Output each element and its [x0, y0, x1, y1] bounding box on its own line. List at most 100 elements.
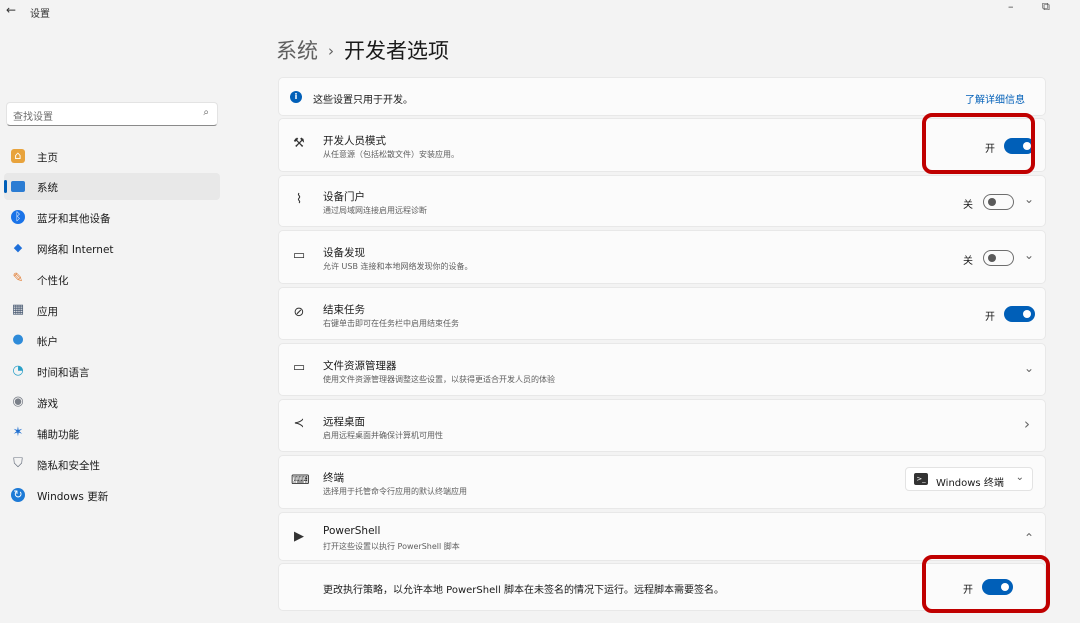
toggle-knob — [1023, 310, 1031, 318]
device-portal-toggle[interactable] — [983, 194, 1014, 210]
highlight-box — [922, 555, 1050, 613]
remote-desktop-row[interactable]: ≺ 远程桌面 启用远程桌面并确保计算机可用性 › — [278, 399, 1046, 452]
home-icon: ⌂ — [11, 149, 25, 163]
toggle-state-label: 关 — [963, 256, 973, 267]
update-icon: ↻ — [11, 488, 25, 502]
blocked-icon: ⊘ — [293, 305, 305, 320]
toggle-knob — [988, 254, 996, 262]
row-subtitle: 打开这些设置以执行 PowerShell 脚本 — [323, 542, 460, 551]
row-subtitle: 右键单击即可在任务栏中启用结束任务 — [323, 319, 459, 328]
powershell-row[interactable]: ▶ PowerShell 打开这些设置以执行 PowerShell 脚本 ⌃ — [278, 512, 1046, 561]
sidebar-item-label: Windows 更新 — [37, 491, 109, 503]
accessibility-icon: ✶ — [12, 425, 24, 440]
sidebar-item-label: 辅助功能 — [37, 429, 79, 441]
chevron-down-icon: ⌄ — [1015, 472, 1024, 483]
row-subtitle: 启用远程桌面并确保计算机可用性 — [323, 431, 443, 440]
file-explorer-row[interactable]: ▭ 文件资源管理器 使用文件资源管理器调整这些设置，以获得更适合开发人员的体验 … — [278, 343, 1046, 396]
row-title: 更改执行策略，以允许本地 PowerShell 脚本在未签名的情况下运行。远程脚… — [323, 585, 724, 596]
active-indicator — [4, 180, 7, 193]
terminal-icon: ⌨ — [291, 473, 310, 488]
person-icon: ● — [12, 332, 24, 347]
sidebar-item-label: 游戏 — [37, 398, 58, 410]
toggle-state-label: 开 — [985, 312, 995, 323]
sidebar-item-privacy[interactable]: ⛉ 隐私和安全性 — [4, 451, 220, 478]
sidebar-item-home[interactable]: ⌂ 主页 — [4, 143, 220, 170]
device-discovery-toggle[interactable] — [983, 250, 1014, 266]
row-title: PowerShell — [323, 525, 381, 537]
chevron-down-icon[interactable]: ⌄ — [1024, 192, 1034, 206]
search-input[interactable]: 查找设置 ⌕ — [6, 102, 218, 126]
row-title: 远程桌面 — [323, 416, 365, 428]
sidebar-item-label: 应用 — [37, 306, 58, 318]
info-icon: i — [290, 91, 302, 103]
info-banner: i 这些设置只用于开发。 了解详细信息 — [278, 77, 1046, 116]
search-icon: ⌕ — [203, 107, 209, 118]
folder-icon: ▭ — [292, 360, 306, 375]
breadcrumb: 系统 › 开发者选项 — [276, 35, 449, 65]
end-task-row: ⊘ 结束任务 右键单击即可在任务栏中启用结束任务 开 — [278, 287, 1046, 340]
restore-icon[interactable]: ⧉ — [1042, 0, 1050, 14]
device-discovery-row[interactable]: ▭ 设备发现 允许 USB 连接和本地网络发现你的设备。 关 ⌄ — [278, 230, 1046, 284]
terminal-app-icon: >_ — [914, 473, 928, 485]
chevron-right-icon[interactable]: › — [1024, 415, 1030, 433]
pulse-icon: ⌇ — [295, 192, 303, 207]
sidebar-item-label: 隐私和安全性 — [37, 460, 100, 472]
breadcrumb-separator: › — [328, 42, 334, 60]
sidebar-item-accounts[interactable]: ● 帐户 — [4, 327, 220, 354]
row-subtitle: 允许 USB 连接和本地网络发现你的设备。 — [323, 262, 473, 271]
sidebar-item-bluetooth[interactable]: ᛒ 蓝牙和其他设备 — [4, 204, 220, 231]
sidebar-item-accessibility[interactable]: ✶ 辅助功能 — [4, 420, 220, 447]
info-text: 这些设置只用于开发。 — [313, 95, 413, 106]
terminal-select-value: Windows 终端 — [936, 478, 1004, 489]
sidebar-item-network[interactable]: ◆ 网络和 Internet — [4, 235, 220, 262]
sidebar-item-personalization[interactable]: ✎ 个性化 — [4, 266, 220, 293]
learn-more-link[interactable]: 了解详细信息 — [965, 91, 1025, 106]
globe-clock-icon: ◔ — [12, 363, 24, 378]
sidebar-item-label: 主页 — [37, 152, 58, 164]
row-title: 开发人员模式 — [323, 135, 386, 147]
sidebar-item-label: 系统 — [37, 182, 58, 194]
row-title: 终端 — [323, 472, 344, 484]
highlight-box — [922, 113, 1035, 174]
wifi-icon: ◆ — [13, 241, 23, 254]
gamepad-icon: ◉ — [12, 394, 24, 409]
toggle-state-label: 关 — [963, 200, 973, 211]
sidebar-item-gaming[interactable]: ◉ 游戏 — [4, 389, 220, 416]
breadcrumb-parent[interactable]: 系统 — [276, 39, 318, 63]
sidebar-item-apps[interactable]: ▦ 应用 — [4, 297, 220, 324]
cast-icon: ▭ — [292, 248, 306, 263]
chevron-down-icon[interactable]: ⌄ — [1024, 248, 1034, 262]
row-title: 文件资源管理器 — [323, 360, 397, 372]
bluetooth-icon: ᛒ — [11, 210, 25, 224]
tools-icon: ⚒ — [293, 136, 305, 151]
minimize-icon[interactable]: – — [1008, 0, 1014, 13]
app-title: 设置 — [30, 9, 50, 20]
sidebar-item-label: 时间和语言 — [37, 367, 90, 379]
row-subtitle: 使用文件资源管理器调整这些设置，以获得更适合开发人员的体验 — [323, 375, 555, 384]
row-subtitle: 选择用于托管命令行应用的默认终端应用 — [323, 487, 467, 496]
sidebar-item-system[interactable]: 系统 — [4, 173, 220, 200]
back-arrow-icon[interactable]: ← — [6, 3, 16, 17]
end-task-toggle[interactable] — [1004, 306, 1035, 322]
sidebar-item-label: 蓝牙和其他设备 — [37, 213, 111, 225]
remote-icon: ≺ — [293, 416, 305, 431]
sidebar-item-label: 个性化 — [37, 275, 69, 287]
row-title: 设备发现 — [323, 247, 365, 259]
sidebar-item-time-language[interactable]: ◔ 时间和语言 — [4, 358, 220, 385]
chevron-up-icon[interactable]: ⌃ — [1024, 531, 1034, 545]
row-subtitle: 通过局域网连接启用远程诊断 — [323, 206, 427, 215]
sidebar-item-label: 网络和 Internet — [37, 244, 114, 256]
brush-icon: ✎ — [12, 271, 24, 286]
search-placeholder: 查找设置 — [13, 112, 53, 123]
device-portal-row[interactable]: ⌇ 设备门户 通过局域网连接启用远程诊断 关 ⌄ — [278, 175, 1046, 227]
monitor-icon — [11, 181, 25, 192]
terminal-select[interactable]: >_ Windows 终端 ⌄ — [905, 467, 1033, 491]
title-bar: ← 设置 – ⧉ — [0, 0, 1080, 24]
apps-icon: ▦ — [11, 302, 25, 317]
sidebar-item-windows-update[interactable]: ↻ Windows 更新 — [4, 482, 220, 509]
shield-icon: ⛉ — [13, 456, 23, 471]
powershell-icon: ▶ — [294, 529, 304, 544]
chevron-down-icon[interactable]: ⌄ — [1024, 361, 1034, 375]
page-title: 开发者选项 — [344, 39, 449, 63]
row-title: 结束任务 — [323, 304, 365, 316]
